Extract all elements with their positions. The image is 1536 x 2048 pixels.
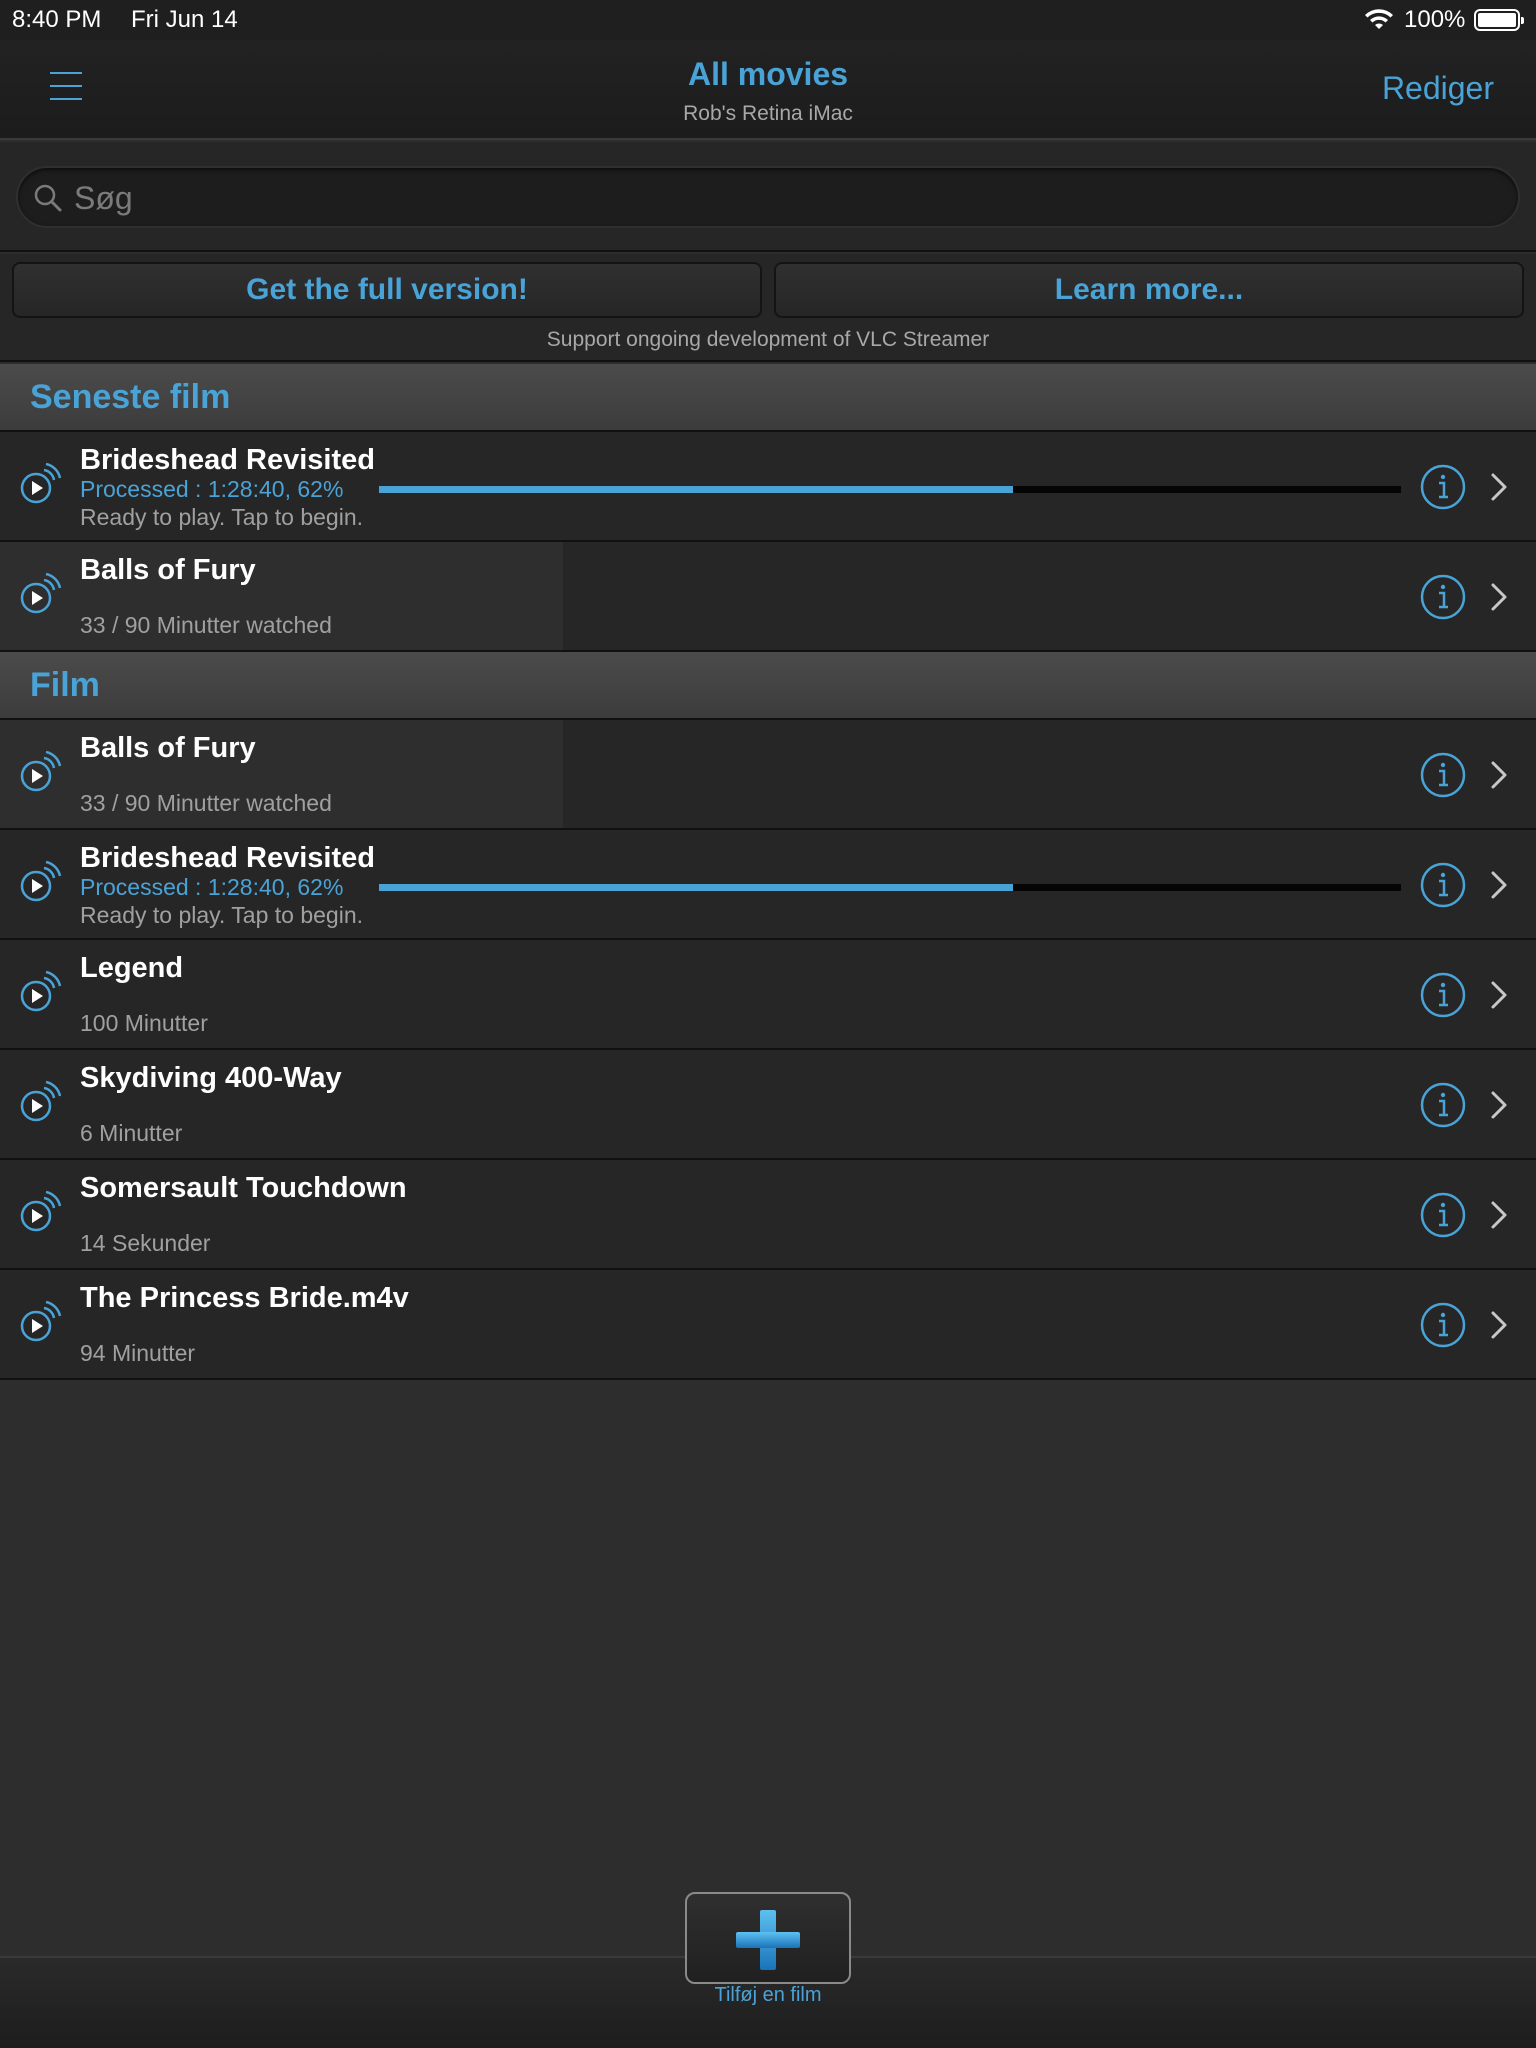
status-time: 8:40 PM	[12, 6, 102, 33]
movie-subtitle: Ready to play. Tap to begin.	[80, 504, 364, 530]
play-stream-icon[interactable]	[16, 748, 62, 794]
status-bar: 8:40 PM Fri Jun 14 100%	[0, 0, 1536, 40]
search-field[interactable]	[16, 166, 1520, 228]
info-icon[interactable]	[1420, 1082, 1466, 1128]
search-icon	[34, 184, 62, 212]
movie-subtitle: 94 Minutter	[80, 1340, 196, 1366]
movie-title: The Princess Bride.m4v	[80, 1282, 409, 1314]
play-stream-icon[interactable]	[16, 570, 62, 616]
full-version-button[interactable]: Get the full version!	[12, 262, 762, 318]
play-stream-icon[interactable]	[16, 1078, 62, 1124]
movie-title: Brideshead Revisited	[80, 842, 375, 874]
progress-bar	[379, 486, 1401, 493]
movie-row[interactable]: Skydiving 400-Way 6 Minutter	[0, 1050, 1536, 1160]
movie-title: Skydiving 400-Way	[80, 1062, 342, 1094]
info-icon[interactable]	[1420, 1192, 1466, 1238]
movie-title: Somersault Touchdown	[80, 1172, 407, 1204]
play-stream-icon[interactable]	[16, 858, 62, 904]
battery-icon	[1474, 9, 1524, 31]
page-title: All movies	[687, 56, 849, 92]
section-header-film: Film	[0, 652, 1536, 720]
wifi-icon	[1365, 9, 1393, 29]
movie-row[interactable]: The Princess Bride.m4v 94 Minutter	[0, 1270, 1536, 1380]
add-movie-label: Tilføj en film	[714, 1984, 822, 2006]
info-icon[interactable]	[1420, 574, 1466, 620]
movie-title: Brideshead Revisited	[80, 444, 375, 476]
info-icon[interactable]	[1420, 862, 1466, 908]
chevron-right-icon	[1491, 583, 1507, 611]
movie-row[interactable]: Balls of Fury 33 / 90 Minutter watched	[0, 542, 1536, 652]
progress-fill	[379, 486, 1013, 493]
movie-subtitle: 33 / 90 Minutter watched	[80, 612, 332, 638]
movie-subtitle: Ready to play. Tap to begin.	[80, 902, 364, 928]
movie-row[interactable]: Brideshead Revisited Processed : 1:28:40…	[0, 432, 1536, 542]
processed-status: Processed : 1:28:40, 62%	[80, 874, 344, 900]
chevron-right-icon	[1491, 473, 1507, 501]
edit-button[interactable]: Rediger	[1382, 70, 1494, 107]
movie-subtitle: 100 Minutter	[80, 1010, 208, 1036]
play-stream-icon[interactable]	[16, 1298, 62, 1344]
chevron-right-icon	[1491, 1311, 1507, 1339]
processed-status: Processed : 1:28:40, 62%	[80, 476, 344, 502]
chevron-right-icon	[1491, 761, 1507, 789]
status-date: Fri Jun 14	[131, 6, 238, 33]
chevron-right-icon	[1491, 1201, 1507, 1229]
add-movie-button[interactable]	[685, 1892, 851, 1984]
section-header-recent: Seneste film	[0, 364, 1536, 432]
chevron-right-icon	[1491, 1091, 1507, 1119]
progress-bar	[379, 884, 1401, 891]
movie-subtitle: 33 / 90 Minutter watched	[80, 790, 332, 816]
movie-subtitle: 14 Sekunder	[80, 1230, 211, 1256]
promo-banner: Get the full version! Learn more... Supp…	[0, 254, 1536, 362]
search-bar	[0, 142, 1536, 252]
movie-row[interactable]: Legend 100 Minutter	[0, 940, 1536, 1050]
play-stream-icon[interactable]	[16, 1188, 62, 1234]
movie-row[interactable]: Brideshead Revisited Processed : 1:28:40…	[0, 830, 1536, 940]
search-input[interactable]	[72, 176, 1472, 220]
progress-fill	[379, 884, 1013, 891]
info-icon[interactable]	[1420, 972, 1466, 1018]
movie-title: Balls of Fury	[80, 554, 256, 586]
movie-row[interactable]: Somersault Touchdown 14 Sekunder	[0, 1160, 1536, 1270]
movie-title: Legend	[80, 952, 184, 984]
navigation-bar: All movies Rob's Retina iMac Rediger	[0, 40, 1536, 140]
movie-title: Balls of Fury	[80, 732, 256, 764]
info-icon[interactable]	[1420, 1302, 1466, 1348]
plus-icon	[736, 1910, 800, 1970]
info-icon[interactable]	[1420, 752, 1466, 798]
play-stream-icon[interactable]	[16, 460, 62, 506]
promo-caption: Support ongoing development of VLC Strea…	[546, 328, 990, 351]
learn-more-button[interactable]: Learn more...	[774, 262, 1524, 318]
movie-subtitle: 6 Minutter	[80, 1120, 183, 1146]
info-icon[interactable]	[1420, 464, 1466, 510]
play-stream-icon[interactable]	[16, 968, 62, 1014]
battery-percent: 100%	[1404, 6, 1466, 33]
chevron-right-icon	[1491, 871, 1507, 899]
page-subtitle: Rob's Retina iMac	[683, 102, 853, 125]
movie-row[interactable]: Balls of Fury 33 / 90 Minutter watched	[0, 720, 1536, 830]
chevron-right-icon	[1491, 981, 1507, 1009]
